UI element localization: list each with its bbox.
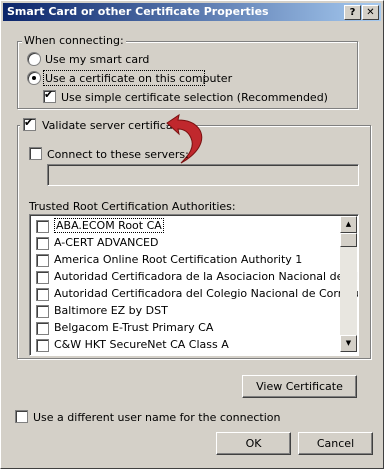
list-item-label: A-CERT ADVANCED (54, 236, 159, 249)
servers-input[interactable] (47, 164, 359, 186)
simple-selection-label[interactable]: Use simple certificate selection (Recomm… (61, 91, 328, 104)
simple-selection-checkbox[interactable] (43, 88, 56, 103)
title-bar[interactable]: Smart Card or other Certificate Properti… (3, 3, 381, 21)
list-item-label: Baltimore EZ by DST (54, 304, 168, 317)
list-scrollbar[interactable]: ▲ ▼ (340, 216, 357, 352)
authority-checkbox[interactable] (36, 305, 49, 318)
ok-button[interactable]: OK (216, 432, 291, 455)
list-item-label: America Online Root Certification Author… (54, 253, 303, 266)
scroll-up-icon[interactable]: ▲ (340, 216, 357, 233)
authority-checkbox[interactable] (36, 339, 49, 352)
connect-servers-checkbox[interactable] (29, 147, 42, 160)
view-certificate-button[interactable]: View Certificate (242, 375, 357, 398)
connect-servers-label[interactable]: Connect to these servers: (47, 148, 189, 161)
list-item-label: ABA.ECOM Root CA (54, 218, 164, 233)
connecting-group-label: When connecting: (22, 34, 126, 47)
scroll-thumb[interactable] (340, 233, 357, 247)
trusted-label: Trusted Root Certification Authorities: (29, 200, 236, 213)
different-user-checkbox[interactable] (15, 410, 28, 423)
authorities-list[interactable]: ABA.ECOM Root CA A-CERT ADVANCED America… (29, 214, 359, 356)
certificate-radio[interactable] (27, 71, 41, 85)
smart-card-radio[interactable] (27, 52, 41, 66)
cancel-button[interactable]: Cancel (298, 432, 373, 455)
authority-checkbox[interactable] (36, 220, 49, 233)
different-user-label[interactable]: Use a different user name for the connec… (33, 411, 280, 424)
window-title: Smart Card or other Certificate Properti… (7, 5, 269, 18)
list-item-label: Belgacom E-Trust Primary CA (54, 321, 214, 334)
certificate-label[interactable]: Use a certificate on this computer (45, 72, 232, 85)
close-button[interactable]: ✕ (362, 5, 379, 20)
authority-checkbox[interactable] (36, 254, 49, 267)
authority-checkbox[interactable] (36, 322, 49, 335)
list-item-label: C&W HKT SecureNet CA Class A (54, 338, 229, 351)
scroll-down-icon[interactable]: ▼ (340, 335, 357, 352)
validate-checkbox[interactable] (23, 116, 36, 131)
list-item-label: Autoridad Certificadora de la Asociacion… (54, 270, 358, 283)
list-item-label: Autoridad Certificadora del Colegio Naci… (54, 287, 358, 300)
help-button[interactable]: ? (344, 5, 361, 20)
authority-checkbox[interactable] (36, 271, 49, 284)
authority-checkbox[interactable] (36, 288, 49, 301)
authority-checkbox[interactable] (36, 237, 49, 250)
smart-card-label[interactable]: Use my smart card (45, 53, 149, 66)
dialog-window: Smart Card or other Certificate Properti… (0, 0, 384, 469)
